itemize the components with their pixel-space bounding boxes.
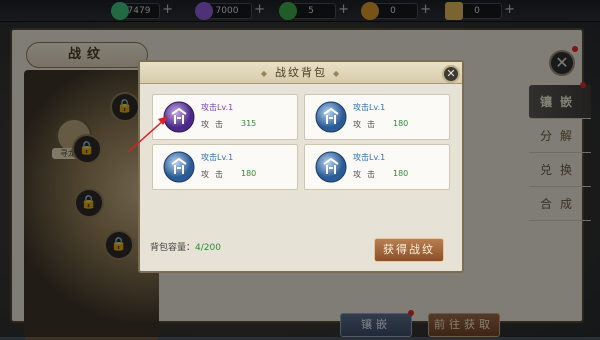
tutorial-arrow-icon [127, 116, 168, 153]
